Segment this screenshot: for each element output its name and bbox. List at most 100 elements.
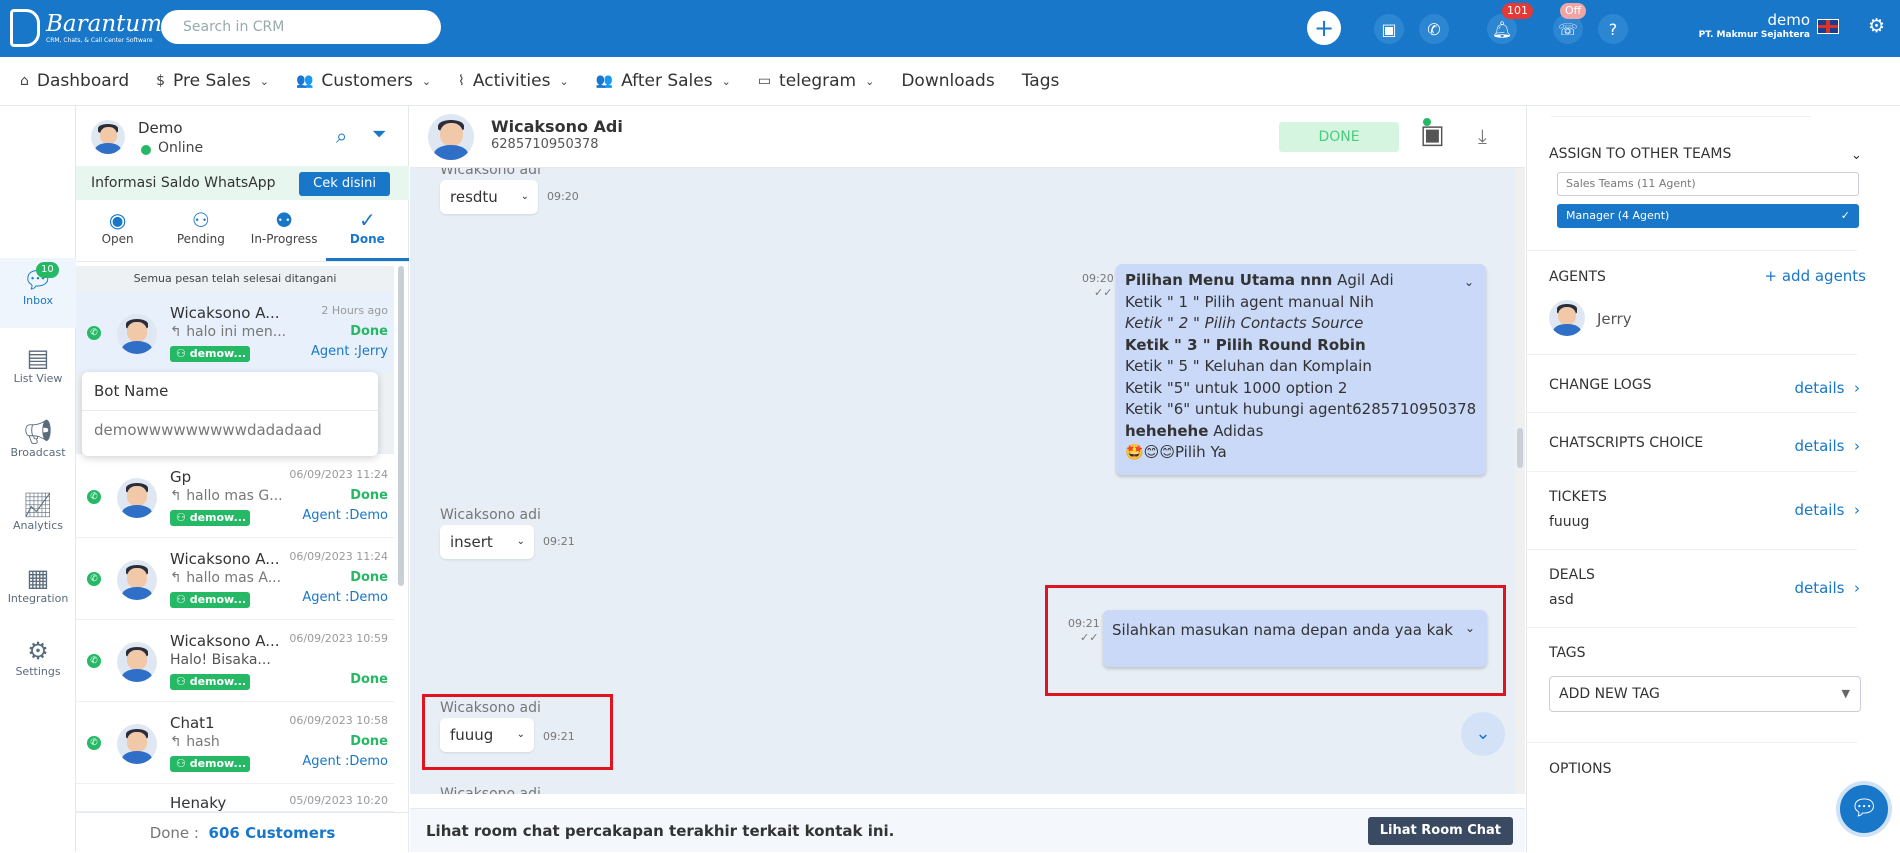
chat-footer: Lihat room chat percakapan terakhir terk…: [410, 808, 1525, 852]
notification-badge: 101: [1502, 3, 1533, 19]
nav-customers[interactable]: 👥 Customers ⌄: [296, 71, 431, 91]
nav-activities[interactable]: ⌇ Activities ⌄: [458, 71, 569, 91]
view-room-chat-button[interactable]: Lihat Room Chat: [1367, 817, 1513, 845]
tab-done[interactable]: ✓ Done: [325, 204, 409, 261]
megaphone-icon: 📢︎: [22, 418, 54, 446]
help-icon[interactable]: ?: [1598, 14, 1628, 44]
deals-value: asd: [1549, 592, 1574, 608]
live-chat-support-icon[interactable]: 💬︎: [1836, 781, 1892, 837]
contact-avatar: [117, 560, 157, 600]
conversation-item[interactable]: ✆ Wicaksono A... Halo! Bisaka... 06/09/2…: [76, 620, 394, 702]
add-tag-select[interactable]: ADD NEW TAG ▼: [1549, 676, 1861, 712]
conversation-item[interactable]: ✆ Gp ↰ hallo mas G... 06/09/2023 11:24 D…: [76, 456, 394, 538]
chevron-down-icon: ⌄: [259, 74, 269, 88]
done-status-button[interactable]: DONE: [1279, 122, 1399, 152]
tickets-details-link[interactable]: details ›: [1794, 501, 1860, 519]
incoming-message[interactable]: insert ⌄: [440, 525, 534, 559]
team-option[interactable]: Sales Teams (11 Agent): [1557, 172, 1859, 196]
contact-avatar: [117, 314, 157, 354]
check-circle-icon: ✓: [1840, 209, 1850, 222]
barantum-logo[interactable]: Barantum CRM, Chats, & Call Center Softw…: [10, 8, 162, 48]
rail-inbox[interactable]: 💬︎ Inbox 10: [0, 258, 76, 328]
nav-after-sales[interactable]: 👥 After Sales ⌄: [596, 71, 731, 91]
folder-icon: ▭: [757, 73, 772, 89]
outgoing-menu-message[interactable]: ⌄ Pilihan Menu Utama nnn Agil Adi Ketik …: [1116, 264, 1486, 475]
scroll-down-icon[interactable]: ⌄: [1461, 712, 1505, 756]
agent-name: Demo: [138, 119, 183, 137]
tickets-title: TICKETS: [1549, 489, 1607, 505]
company-name: PT. Makmur Sejahtera: [1698, 30, 1810, 40]
crm-search-input[interactable]: Search in CRM: [161, 10, 441, 44]
agents-title: AGENTS: [1549, 269, 1606, 285]
nav-dashboard[interactable]: ⌂ Dashboard: [20, 71, 129, 91]
rail-broadcast[interactable]: 📢︎ Broadcast: [0, 418, 76, 478]
agent-name: Jerry: [1597, 310, 1632, 328]
check-balance-button[interactable]: Cek disini: [299, 172, 390, 196]
rail-analytics[interactable]: 📈︎ Analytics: [0, 491, 76, 551]
deals-title: DEALS: [1549, 567, 1595, 583]
chevron-down-icon[interactable]: ⌄: [1464, 272, 1474, 294]
chevron-down-icon[interactable]: ⌄: [1851, 148, 1862, 163]
done-count-footer: Done : 606 Customers: [76, 812, 409, 852]
bot-badge[interactable]: ⚇ demow...: [170, 674, 250, 690]
bot-badge[interactable]: ⚇ demow...: [170, 592, 250, 608]
search-icon[interactable]: ⌕: [336, 124, 347, 148]
chatscripts-details-link[interactable]: details ›: [1794, 437, 1860, 455]
chat-icon[interactable]: ▣: [1374, 14, 1404, 44]
tab-pending[interactable]: ⚇ Pending: [159, 204, 242, 261]
conversation-item[interactable]: ✆ Wicaksono A... ↰ hallo mas A... 06/09/…: [76, 538, 394, 620]
rail-settings[interactable]: ⚙ Settings: [0, 637, 76, 697]
deals-details-link[interactable]: details ›: [1794, 579, 1860, 597]
uk-flag-icon[interactable]: [1817, 19, 1839, 34]
room-chat-hint: Lihat room chat percakapan terakhir terk…: [426, 822, 895, 840]
conversation-item[interactable]: ✆ Wicaksono A... ↰ halo ini men... 2 Hou…: [76, 292, 394, 374]
bot-badge[interactable]: ⚇ demow...: [170, 346, 250, 362]
user-progress-icon: ⚉: [275, 208, 294, 232]
users-icon: 👥: [595, 73, 614, 89]
chat-list-scrollbar[interactable]: [398, 266, 404, 586]
tab-in-progress[interactable]: ⚉ In-Progress: [243, 204, 326, 261]
phone-call-icon[interactable]: ✆: [1419, 14, 1449, 44]
nav-pre-sales[interactable]: $ Pre Sales ⌄: [156, 71, 269, 91]
whatsapp-icon: ✆: [87, 572, 101, 586]
settings-gear-icon[interactable]: ⚙: [1868, 15, 1885, 37]
chevron-down-icon[interactable]: ⌄: [517, 525, 525, 559]
status-tabs: ◉ Open ⚇ Pending ⚉ In-Progress ✓ Done: [76, 204, 409, 262]
bot-name-tooltip: Bot Name demowwwwwwwwwdadadaad: [82, 372, 378, 456]
agent-header: Demo Online ⌕ ⏷: [76, 106, 409, 166]
rail-integration[interactable]: ▦ Integration: [0, 564, 76, 624]
change-logs-details-link[interactable]: details ›: [1794, 379, 1860, 397]
chevron-down-icon[interactable]: ⌄: [521, 180, 529, 214]
filter-icon[interactable]: ⏷: [372, 124, 386, 145]
tickets-value: fuuug: [1549, 514, 1590, 530]
team-option-selected[interactable]: Manager (4 Agent) ✓: [1557, 204, 1859, 228]
add-agents-link[interactable]: + add agents: [1765, 267, 1866, 285]
user-info[interactable]: demo PT. Makmur Sejahtera: [1699, 12, 1810, 41]
message-scrollbar[interactable]: [1515, 168, 1525, 794]
rail-list-view[interactable]: ▤ List View: [0, 344, 76, 404]
bot-badge[interactable]: ⚇ demow...: [170, 510, 250, 526]
whatsapp-icon: ✆: [87, 654, 101, 668]
inbox-badge: 10: [36, 262, 59, 278]
chevron-down-icon[interactable]: ⌄: [1465, 618, 1475, 640]
tab-open[interactable]: ◉ Open: [76, 204, 159, 261]
bot-badge[interactable]: ⚇ demow...: [170, 756, 250, 772]
nav-tags[interactable]: Tags: [1022, 71, 1060, 91]
main-nav: ⌂ Dashboard $ Pre Sales ⌄ 👥 Customers ⌄ ⌇ Acti…: [0, 57, 1900, 106]
nav-downloads[interactable]: Downloads: [901, 71, 994, 91]
conversation-item[interactable]: ✆ Chat1 ↰ hash 06/09/2023 10:58 Done Age…: [76, 702, 394, 784]
caret-down-icon: ▼: [1841, 687, 1850, 700]
outgoing-message[interactable]: ⌄ Silahkan masukan nama depan anda yaa k…: [1103, 610, 1487, 667]
chevron-down-icon[interactable]: ⌄: [517, 718, 525, 752]
download-icon[interactable]: ⤓: [1478, 124, 1487, 148]
assign-teams-title: ASSIGN TO OTHER TEAMS: [1549, 146, 1732, 162]
conversation-item[interactable]: Henaky 05/09/2023 10:20: [76, 784, 394, 812]
options-title: OPTIONS: [1549, 761, 1612, 777]
add-icon[interactable]: +: [1307, 11, 1341, 45]
incoming-message[interactable]: fuuug ⌄: [440, 718, 534, 752]
logo-tagline: CRM, Chats, & Call Center Software: [46, 36, 153, 44]
bot-online-dot: [1423, 118, 1431, 126]
incoming-message[interactable]: resdtu ⌄: [440, 180, 538, 214]
user-check-icon: ✓: [358, 208, 376, 232]
nav-telegram[interactable]: ▭ telegram ⌄: [758, 71, 875, 91]
